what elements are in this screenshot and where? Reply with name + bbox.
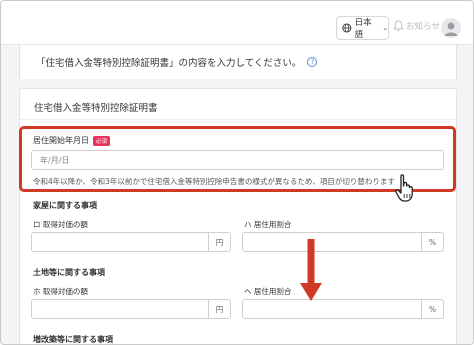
land-price-label: ホ 取得対価の額 — [33, 287, 88, 296]
divider — [20, 119, 456, 120]
notice-label: お知らせ — [406, 22, 440, 32]
land-ratio-label: ヘ 居住用割合 — [244, 287, 292, 296]
language-selector[interactable]: 日本語 ⌄ — [336, 16, 389, 40]
house-price-unit: 円 — [208, 233, 230, 251]
renovation-section-title: 増改築等に関する事項 — [33, 335, 113, 344]
bell-icon — [393, 20, 404, 31]
move-in-date-label: 居住開始年月日 必須 — [33, 135, 111, 146]
house-price-label: ロ 取得対価の額 — [33, 220, 88, 229]
house-price-input[interactable]: 円 — [31, 232, 231, 252]
required-badge: 必須 — [93, 135, 111, 146]
land-price-input[interactable]: 円 — [31, 299, 231, 319]
house-ratio-label: ハ 居住用割合 — [244, 220, 292, 229]
hand-pointer-icon — [395, 174, 413, 202]
card-title: 住宅借入金等特別控除証明書 — [34, 103, 158, 114]
house-ratio-unit: % — [421, 233, 443, 251]
house-ratio-input[interactable]: % — [242, 232, 444, 252]
globe-icon — [342, 23, 352, 33]
down-arrow-icon — [300, 239, 322, 301]
move-in-date-label-text: 居住開始年月日 — [33, 136, 89, 145]
move-in-date-placeholder: 年/月/日 — [40, 155, 70, 165]
land-price-unit: 円 — [208, 300, 230, 318]
avatar[interactable] — [441, 18, 461, 38]
move-in-date-note: 令和4年以降か、令和3年以前かで住宅借入金等特別控除申告書の様式が異なるため、項… — [33, 177, 395, 186]
chevron-down-icon: ⌄ — [382, 24, 388, 32]
land-section-title: 土地等に関する事項 — [33, 268, 105, 277]
land-ratio-input[interactable]: % — [242, 299, 444, 319]
user-icon — [444, 22, 458, 36]
language-label: 日本語 — [354, 18, 372, 40]
intro-text: 「住宅借入金等特別控除証明書」の内容を入力してください。 — [36, 58, 302, 69]
intro-banner: 「住宅借入金等特別控除証明書」の内容を入力してください。 ? — [19, 45, 457, 79]
app-window: 日本語 ⌄ お知らせ 「住宅借入金等特別控除証明書」の内容を入力してください。 … — [0, 0, 474, 345]
top-bar: 日本語 ⌄ お知らせ — [1, 1, 473, 45]
house-section-title: 家屋に関する事項 — [33, 201, 97, 210]
move-in-date-input[interactable]: 年/月/日 — [31, 150, 444, 170]
help-icon[interactable]: ? — [307, 57, 318, 67]
notice-link[interactable]: お知らせ — [393, 20, 440, 32]
land-ratio-unit: % — [421, 300, 443, 318]
